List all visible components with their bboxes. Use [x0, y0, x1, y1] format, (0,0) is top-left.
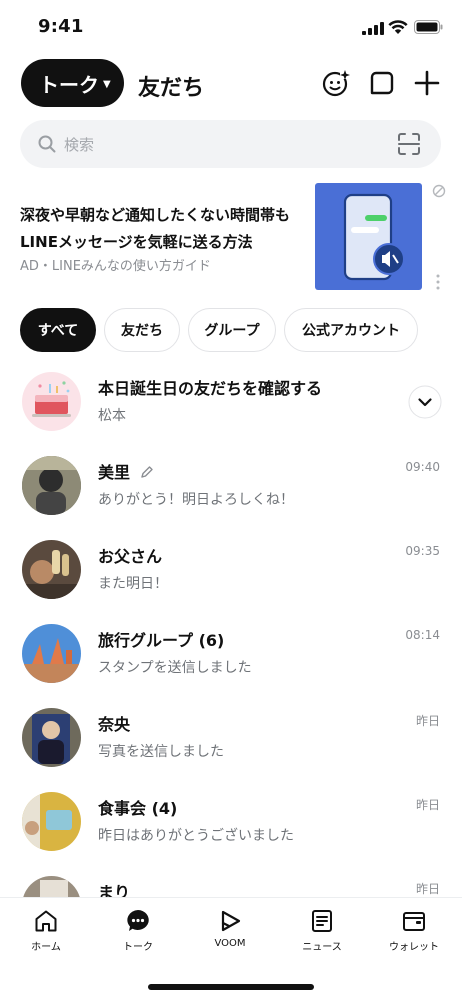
- talk-dropdown-label: トーク: [39, 72, 99, 97]
- chat-name: お父さん: [98, 547, 163, 566]
- pencil-icon: [140, 466, 153, 478]
- status-bar: 9:41: [0, 0, 462, 54]
- chat-last-message: ありがとう！明日よろしくね！: [98, 492, 294, 508]
- search-bar[interactable]: 検索: [20, 120, 441, 168]
- birthday-subtitle: 松本: [98, 408, 126, 424]
- chat-name: 食事会 (4): [98, 799, 178, 818]
- avatar: [22, 792, 81, 851]
- chat-time: 昨日: [415, 714, 440, 728]
- filter-chip-official[interactable]: 公式アカウント: [284, 308, 418, 352]
- chat-row[interactable]: 美里 ありがとう！明日よろしくね！ 09:40: [0, 456, 462, 540]
- phone-mute-illustration: [343, 193, 405, 281]
- chat-name: 奈央: [98, 715, 131, 734]
- chat-time: 08:14: [405, 628, 440, 642]
- chat-row[interactable]: お父さん また明日！ 09:35: [0, 540, 462, 624]
- chat-last-message: 写真を送信しました: [98, 744, 224, 760]
- avatar: [22, 708, 81, 767]
- chat-last-message: スタンプを送信しました: [98, 660, 252, 676]
- tab-voom-label: VOOM: [214, 938, 246, 949]
- ad-title: 深夜や早朝など通知したくない時間帯もLINEメッセージを気軽に送る方法: [20, 206, 291, 251]
- tab-news[interactable]: ニュース: [276, 908, 368, 953]
- caret-down-icon: ▼: [103, 78, 111, 90]
- status-time: 9:41: [38, 16, 84, 37]
- chat-row[interactable]: 奈央 写真を送信しました 昨日: [0, 708, 462, 792]
- birthday-cake-icon: [22, 372, 81, 431]
- cellular-signal-icon: [362, 22, 384, 35]
- friends-tab[interactable]: 友だち: [138, 70, 204, 102]
- talk-icon: [127, 910, 149, 931]
- ad-sponsor: AD・LINEみんなの使い方ガイド: [20, 259, 211, 274]
- chat-time: 09:35: [405, 544, 440, 558]
- wallet-icon: [403, 912, 425, 931]
- news-icon: [312, 910, 332, 932]
- tab-talk[interactable]: トーク: [92, 908, 184, 953]
- ad-banner[interactable]: 深夜や早朝など通知したくない時間帯もLINEメッセージを気軽に送る方法 AD・L…: [20, 182, 450, 290]
- search-icon: [38, 135, 56, 153]
- more-options-icon[interactable]: [436, 274, 440, 290]
- ad-thumbnail: [315, 183, 422, 290]
- tab-news-label: ニュース: [302, 942, 342, 953]
- add-icon[interactable]: [412, 68, 442, 98]
- birthday-row[interactable]: 本日誕生日の友だちを確認する 松本: [0, 372, 462, 456]
- chat-last-message: 昨日はありがとうございました: [98, 828, 294, 844]
- chat-row[interactable]: 食事会 (4) 昨日はありがとうございました 昨日: [0, 792, 462, 876]
- home-icon: [35, 910, 57, 932]
- chat-name: 美里: [98, 459, 154, 483]
- avatar: [22, 540, 81, 599]
- birthday-title: 本日誕生日の友だちを確認する: [98, 379, 323, 398]
- new-chat-icon[interactable]: [367, 68, 397, 98]
- tab-wallet[interactable]: ウォレット: [368, 908, 460, 953]
- filter-chip-all[interactable]: すべて: [20, 308, 96, 352]
- tab-home[interactable]: ホーム: [0, 908, 92, 953]
- tab-home-label: ホーム: [31, 942, 61, 953]
- talk-dropdown-button[interactable]: トーク ▼: [21, 59, 124, 107]
- expand-chevron-icon[interactable]: [408, 385, 442, 419]
- filter-chip-friends[interactable]: 友だち: [104, 308, 180, 352]
- avatar: [22, 624, 81, 683]
- chat-row[interactable]: 旅行グループ (6) スタンプを送信しました 08:14: [0, 624, 462, 708]
- home-indicator[interactable]: [148, 984, 314, 990]
- voom-icon: [221, 910, 241, 932]
- battery-icon: [414, 20, 443, 34]
- chat-time: 昨日: [415, 882, 440, 896]
- search-input[interactable]: 検索: [64, 134, 94, 155]
- tab-voom[interactable]: VOOM: [184, 908, 276, 949]
- header: トーク ▼ 友だち: [0, 58, 462, 108]
- avatar: [22, 456, 81, 515]
- chat-time: 09:40: [405, 460, 440, 474]
- sparkle-face-icon[interactable]: [321, 68, 351, 98]
- chat-name: 旅行グループ (6): [98, 631, 225, 650]
- filter-chip-groups[interactable]: グループ: [188, 308, 276, 352]
- filter-chips: すべて 友だち グループ 公式アカウント: [20, 308, 418, 352]
- wifi-icon: [388, 20, 408, 34]
- chat-last-message: また明日！: [98, 576, 168, 592]
- hide-ad-icon[interactable]: [432, 184, 446, 198]
- tab-talk-label: トーク: [123, 942, 153, 953]
- tab-wallet-label: ウォレット: [389, 942, 439, 953]
- qr-scan-icon[interactable]: [398, 133, 420, 155]
- chat-time: 昨日: [415, 798, 440, 812]
